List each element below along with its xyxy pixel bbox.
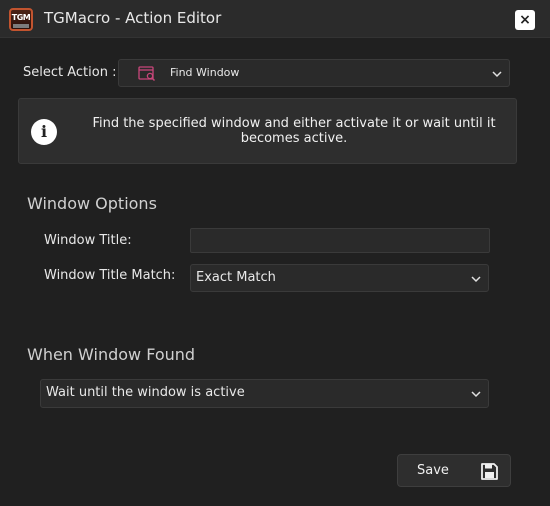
select-action-dropdown[interactable]: Find Window (118, 59, 510, 87)
window-title-match-dropdown[interactable]: Exact Match (190, 264, 489, 292)
chevron-down-icon (492, 71, 502, 78)
window-title-match-value: Exact Match (196, 270, 276, 285)
when-window-found-value: Wait until the window is active (46, 385, 245, 400)
app-logo-bar (13, 24, 29, 28)
app-logo-icon: TGM (9, 8, 33, 31)
window-title: TGMacro - Action Editor (44, 9, 222, 27)
when-window-found-dropdown[interactable]: Wait until the window is active (40, 379, 489, 408)
select-action-label: Select Action : (23, 65, 117, 80)
title-bar: TGM TGMacro - Action Editor × (0, 0, 550, 38)
app-logo-text: TGM (11, 13, 31, 22)
chevron-down-icon (471, 391, 481, 398)
save-button-label: Save (417, 463, 449, 478)
floppy-disk-icon (481, 463, 498, 480)
window-title-label: Window Title: (44, 233, 132, 248)
info-icon: i (31, 119, 57, 145)
save-button[interactable]: Save (397, 454, 511, 487)
chevron-down-icon (471, 276, 481, 283)
window-options-heading: Window Options (27, 194, 157, 213)
find-window-icon (138, 66, 156, 82)
window-title-match-label: Window Title Match: (44, 268, 176, 283)
select-action-value: Find Window (170, 66, 240, 79)
info-description: Find the specified window and either act… (92, 116, 496, 146)
window-title-input[interactable] (190, 228, 490, 253)
close-button[interactable]: × (515, 10, 535, 30)
when-window-found-heading: When Window Found (27, 345, 196, 364)
info-box: i Find the specified window and either a… (18, 98, 517, 164)
